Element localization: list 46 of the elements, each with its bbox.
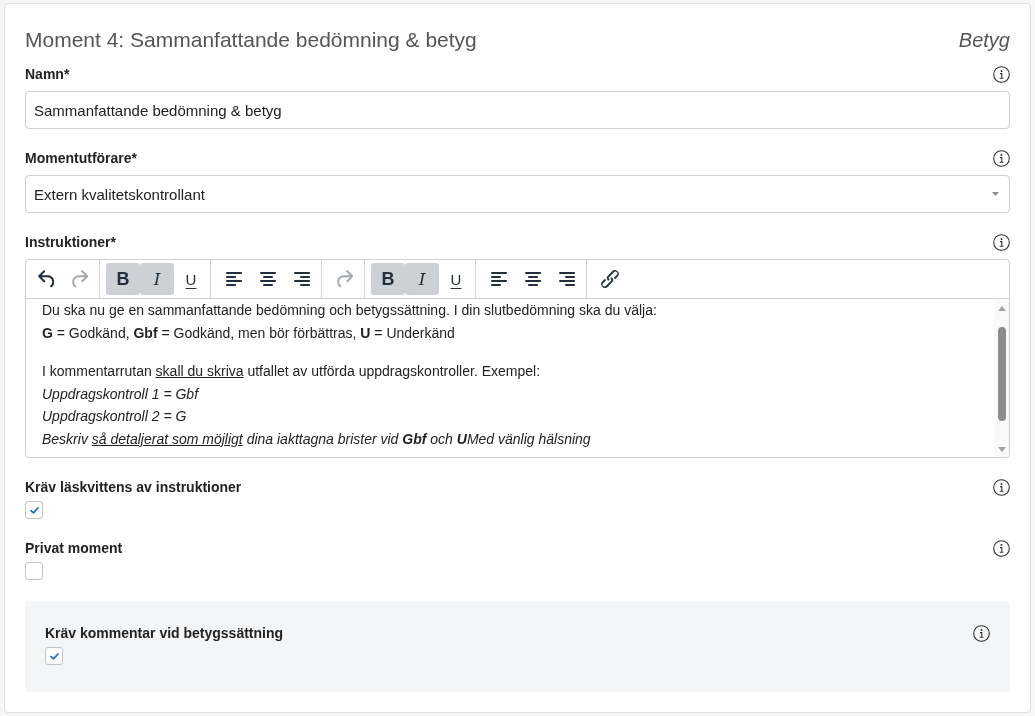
- checkbox[interactable]: [25, 562, 43, 580]
- align-left-icon: [226, 272, 242, 286]
- field-label: Instruktioner*: [25, 234, 116, 251]
- paragraph: Du ska nu ge en sammanfattande bedömning och betygssättning. I din slutbedömning ska du välja:: [42, 301, 658, 320]
- section-title: Moment 4: Sammanfattande bedömning & betyg: [25, 28, 477, 52]
- align-center-icon: [260, 272, 276, 286]
- italic-button[interactable]: I: [405, 263, 439, 295]
- info-icon[interactable]: [993, 66, 1010, 83]
- align-left-icon: [491, 272, 507, 286]
- undo-icon: [37, 270, 55, 288]
- italic-button[interactable]: I: [140, 263, 174, 295]
- checkbox[interactable]: [45, 647, 63, 665]
- text-input[interactable]: Sammanfattande bedömning & betyg: [25, 91, 1010, 129]
- paragraph: Uppdragskontroll 1 = Gbf: [42, 384, 201, 404]
- underline-button[interactable]: U: [174, 263, 208, 295]
- bold-button[interactable]: B: [106, 263, 140, 295]
- field-label: Kräv läskvittens av instruktioner: [25, 479, 242, 496]
- underline-button[interactable]: U: [439, 263, 473, 295]
- caret-icon: [992, 192, 999, 196]
- paragraph: Uppdragskontroll 2 = G: [42, 407, 188, 426]
- info-icon[interactable]: [993, 234, 1010, 251]
- scrollbar[interactable]: [994, 299, 1009, 457]
- info-icon[interactable]: [993, 479, 1010, 496]
- dropdown[interactable]: Extern kvalitetskontrollant: [25, 175, 1010, 213]
- align-right-icon: [559, 272, 575, 286]
- field-label: Namn*: [25, 66, 70, 83]
- field-label: Momentutförare*: [25, 150, 137, 167]
- link-icon: [601, 270, 619, 288]
- checkmark-icon: [29, 506, 39, 514]
- redo-icon: [336, 270, 354, 288]
- paragraph: I kommentarrutan skall du skriva utfallet av utförda uppdragskontroller. Exempel:: [42, 362, 542, 381]
- field-label: Kräv kommentar vid betygssättning: [45, 625, 284, 642]
- paragraph: G = Godkänd, Gbf = Godkänd, men bör förbättras, U = Underkänd: [42, 323, 456, 343]
- scrollbar-thumb[interactable]: [997, 327, 1006, 421]
- checkmark-icon: [49, 652, 59, 660]
- align-center-icon: [525, 272, 541, 286]
- category-label: Betyg: [958, 28, 1010, 52]
- checkbox[interactable]: [25, 501, 43, 519]
- paragraph: Beskriv så detaljerat som möjligt dina iakttagna brister vid Gbf och UMed vänlig hälsning: [42, 429, 592, 449]
- info-icon[interactable]: [973, 625, 990, 642]
- field-label: Privat moment: [25, 540, 123, 557]
- info-icon[interactable]: [993, 540, 1010, 557]
- redo-icon: [71, 270, 89, 288]
- bold-button[interactable]: B: [371, 263, 405, 295]
- align-right-icon: [294, 272, 310, 286]
- info-icon[interactable]: [993, 150, 1010, 167]
